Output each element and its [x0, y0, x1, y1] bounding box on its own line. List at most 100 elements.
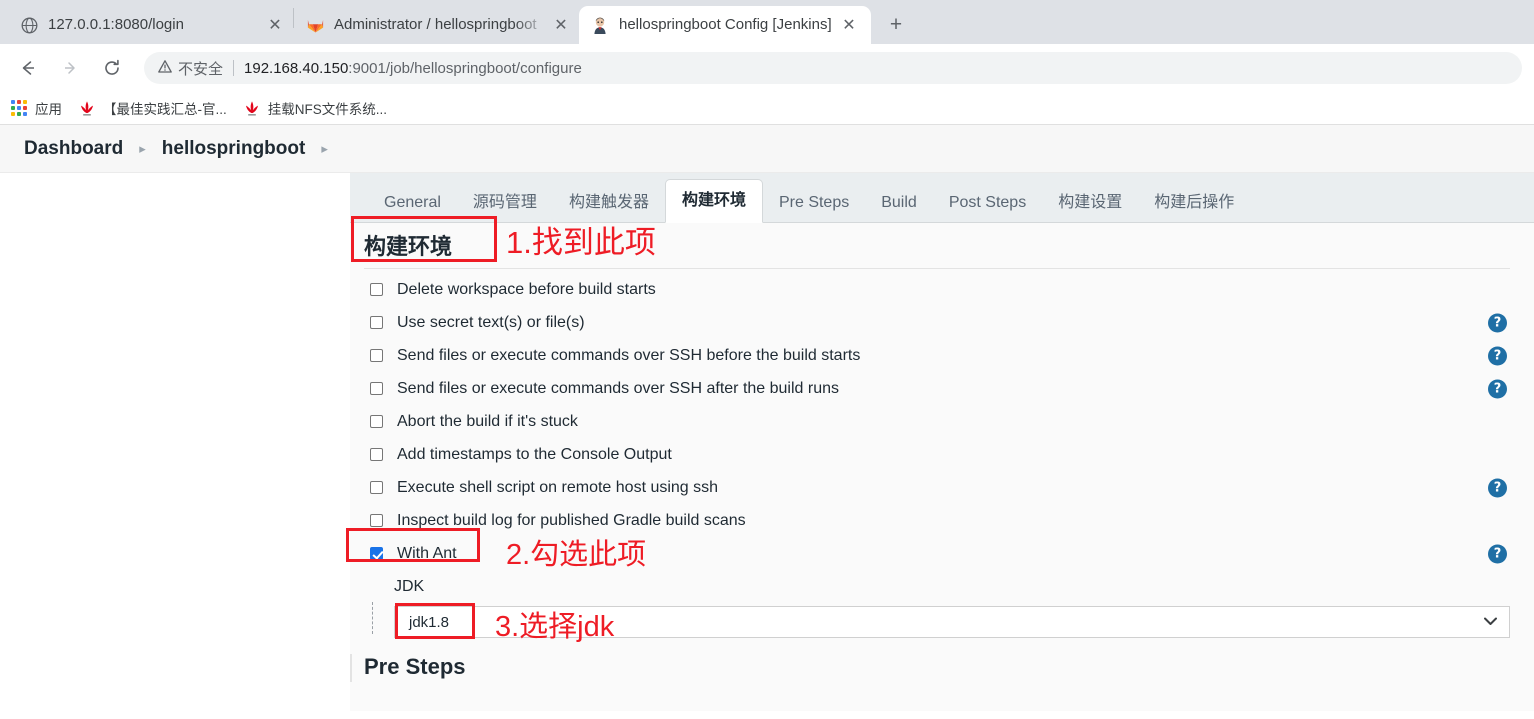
config-area: General 源码管理 构建触发器 构建环境 Pre Steps Build … [346, 173, 1534, 711]
bookmark-apps-label: 应用 [35, 102, 62, 117]
tab-pre-steps[interactable]: Pre Steps [763, 184, 865, 222]
section-left-divider [350, 654, 352, 682]
bookmark-apps[interactable]: 应用 [10, 98, 62, 118]
chevron-down-icon [1484, 615, 1497, 629]
jdk-select-wrapper: jdk1.8 [372, 606, 1534, 638]
option-label-use-secret: Use secret text(s) or file(s) [397, 313, 585, 331]
checkbox-ssh-after[interactable] [370, 382, 383, 395]
jdk-select[interactable]: jdk1.8 [394, 606, 1510, 638]
tab-post-steps[interactable]: Post Steps [933, 184, 1042, 222]
tab-build-settings[interactable]: 构建设置 [1042, 184, 1138, 222]
help-icon[interactable]: ? [1488, 379, 1507, 398]
pre-steps-section: Pre Steps [350, 654, 1534, 682]
section-title: 构建环境 [364, 234, 453, 259]
address-bar[interactable]: 不安全 192.168.40.150:9001/job/hellospringb… [144, 52, 1522, 84]
tab-build-environment[interactable]: 构建环境 [664, 179, 763, 223]
help-icon[interactable]: ? [1488, 478, 1507, 497]
checkbox-delete-workspace[interactable] [370, 283, 383, 296]
breadcrumb-item-dashboard[interactable]: Dashboard [24, 138, 123, 160]
option-label-delete-workspace: Delete workspace before build starts [397, 280, 656, 298]
option-row-abort-stuck[interactable]: Abort the build if it's stuck [350, 405, 1534, 438]
config-content: 构建环境 Delete workspace before build start… [350, 223, 1534, 711]
page-body: General 源码管理 构建触发器 构建环境 Pre Steps Build … [0, 173, 1534, 711]
bookmark-huawei-best-practice-label: 【最佳实践汇总-官... [103, 102, 227, 117]
option-label-ssh-before: Send files or execute commands over SSH … [397, 346, 861, 364]
with-ant-details: JDK jdk1.8 [350, 572, 1534, 638]
omnibox-divider [233, 60, 235, 76]
browser-tab-2-close-icon[interactable]: ✕ [549, 13, 573, 37]
forward-button[interactable] [54, 52, 86, 84]
breadcrumb-item-hellospringboot[interactable]: hellospringboot [162, 138, 306, 160]
jdk-select-value: jdk1.8 [409, 613, 450, 631]
bookmark-huawei-nfs[interactable]: 挂载NFS文件系统... [243, 98, 387, 118]
globe-icon [20, 16, 38, 34]
help-icon[interactable]: ? [1488, 313, 1507, 332]
tab-build[interactable]: Build [865, 184, 933, 222]
option-row-ssh-after[interactable]: Send files or execute commands over SSH … [350, 372, 1534, 405]
tab-general[interactable]: General [368, 184, 457, 222]
huawei-icon [78, 99, 96, 117]
option-row-with-ant[interactable]: With Ant ? [350, 537, 1534, 570]
checkbox-ssh-before[interactable] [370, 349, 383, 362]
browser-toolbar: 不安全 192.168.40.150:9001/job/hellospringb… [0, 44, 1534, 92]
warning-triangle-icon [158, 60, 172, 76]
security-label: 不安全 [178, 60, 224, 78]
bookmark-huawei-best-practice[interactable]: 【最佳实践汇总-官... [78, 98, 227, 118]
option-label-abort-stuck: Abort the build if it's stuck [397, 412, 578, 430]
config-tab-bar: General 源码管理 构建触发器 构建环境 Pre Steps Build … [350, 173, 1534, 223]
checkbox-remote-shell[interactable] [370, 481, 383, 494]
option-label-remote-shell: Execute shell script on remote host usin… [397, 478, 719, 496]
option-row-remote-shell[interactable]: Execute shell script on remote host usin… [350, 471, 1534, 504]
option-row-ssh-before[interactable]: Send files or execute commands over SSH … [350, 339, 1534, 372]
browser-tab-2-title: Administrator / hellospringboot [334, 16, 537, 33]
checkbox-gradle-scans[interactable] [370, 514, 383, 527]
browser-tab-3[interactable]: hellospringboot Config [Jenkins] ✕ [579, 6, 871, 44]
option-row-use-secret[interactable]: Use secret text(s) or file(s) ? [350, 306, 1534, 339]
browser-tab-3-close-icon[interactable]: ✕ [837, 13, 861, 37]
option-row-timestamps[interactable]: Add timestamps to the Console Output [350, 438, 1534, 471]
url-text: 192.168.40.150:9001/job/hellospringboot/… [244, 60, 582, 77]
browser-tab-strip: 127.0.0.1:8080/login ✕ Administrator / h… [0, 0, 1534, 44]
option-row-gradle-scans[interactable]: Inspect build log for published Gradle b… [350, 504, 1534, 537]
browser-tab-1-title: 127.0.0.1:8080/login [48, 16, 184, 33]
section-header: 构建环境 [350, 223, 1534, 273]
huawei-icon [243, 99, 261, 117]
checkbox-timestamps[interactable] [370, 448, 383, 461]
checkbox-with-ant[interactable] [370, 547, 383, 560]
option-label-ssh-after: Send files or execute commands over SSH … [397, 379, 839, 397]
browser-tab-1-close-icon[interactable]: ✕ [263, 13, 287, 37]
new-tab-button[interactable]: + [879, 8, 913, 42]
breadcrumb-separator-2: ▸ [321, 140, 328, 156]
nesting-guide-line [372, 602, 373, 634]
browser-tab-3-title: hellospringboot Config [Jenkins] [619, 16, 832, 33]
option-label-with-ant: With Ant [397, 544, 457, 562]
browser-tab-2[interactable]: Administrator / hellospringboot ✕ [294, 6, 579, 44]
help-icon[interactable]: ? [1488, 544, 1507, 563]
security-status[interactable]: 不安全 [158, 58, 223, 79]
bookmarks-bar: 应用 【最佳实践汇总-官... 挂载NFS文件系统... [0, 92, 1534, 125]
browser-tab-1[interactable]: 127.0.0.1:8080/login ✕ [8, 6, 293, 44]
help-icon[interactable]: ? [1488, 346, 1507, 365]
section-underline [364, 268, 1510, 269]
jenkins-icon [591, 16, 609, 34]
tab-build-triggers[interactable]: 构建触发器 [553, 184, 665, 222]
url-path: :9001/job/hellospringboot/configure [348, 59, 582, 77]
pre-steps-title: Pre Steps [364, 654, 466, 679]
jdk-field-label: JDK [394, 578, 425, 595]
reload-button[interactable] [96, 52, 128, 84]
tab-post-build-actions[interactable]: 构建后操作 [1138, 184, 1250, 222]
option-label-gradle-scans: Inspect build log for published Gradle b… [397, 511, 746, 529]
breadcrumb-separator-1: ▸ [139, 140, 146, 156]
browser-chrome: 127.0.0.1:8080/login ✕ Administrator / h… [0, 0, 1534, 125]
back-button[interactable] [12, 52, 44, 84]
gitlab-icon [306, 16, 324, 34]
apps-grid-icon [10, 99, 28, 117]
option-row-delete-workspace[interactable]: Delete workspace before build starts [350, 273, 1534, 306]
checkbox-abort-stuck[interactable] [370, 415, 383, 428]
breadcrumb: Dashboard ▸ hellospringboot ▸ [0, 125, 1534, 173]
option-label-timestamps: Add timestamps to the Console Output [397, 445, 672, 463]
tab-source-code-management[interactable]: 源码管理 [457, 184, 553, 222]
side-panel [0, 173, 350, 711]
bookmark-huawei-nfs-label: 挂载NFS文件系统... [267, 102, 388, 117]
checkbox-use-secret[interactable] [370, 316, 383, 329]
